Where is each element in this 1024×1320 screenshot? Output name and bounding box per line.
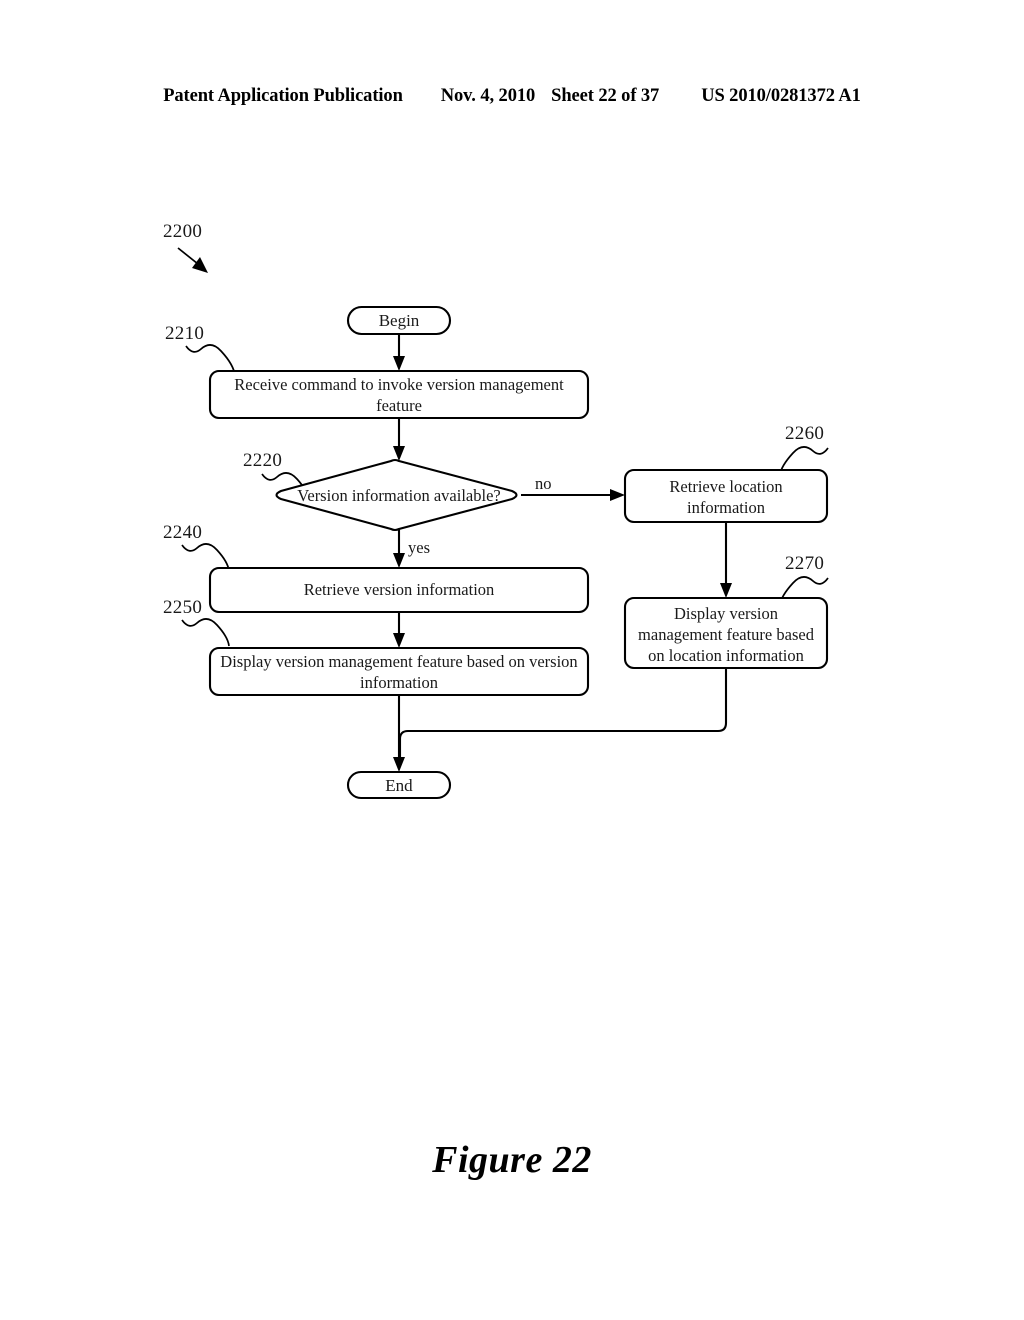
reference-numeral-2210: 2210 [165,323,205,344]
patent-figure-page: Patent Application Publication Nov. 4, 2… [0,0,1024,1320]
figure-caption: Figure 22 [432,1139,592,1181]
connector-2260-to-2270 [720,522,732,598]
terminal-end [346,770,452,800]
flowchart-diagram [177,247,829,800]
node-2260-box [623,468,829,524]
connector-begin-to-2210 [393,334,405,371]
leader-2250 [181,618,230,647]
connector-2210-to-2220 [393,418,405,461]
node-2250-box [208,646,590,697]
terminal-begin [346,305,452,336]
node-2240-box [208,566,590,614]
node-2210-box [208,369,590,420]
reference-numeral-2270: 2270 [785,553,825,574]
node-2270-box [623,596,829,670]
node-2220-diamond [275,458,518,532]
edge-label-yes: yes [408,538,430,557]
reference-numeral-2220: 2220 [243,450,283,471]
reference-numeral-2240: 2240 [163,522,203,543]
connector-2240-to-2250 [393,612,405,648]
diagram-reference-arrow-2200 [177,247,208,273]
leader-2240 [181,543,230,572]
connector-2250-to-end [393,695,405,772]
connector-2220-to-2240-yes [393,529,405,568]
reference-numeral-2250: 2250 [163,597,203,618]
edge-label-no: no [535,474,552,493]
reference-numeral-2260: 2260 [785,423,825,444]
reference-numeral-2200: 2200 [163,221,203,242]
